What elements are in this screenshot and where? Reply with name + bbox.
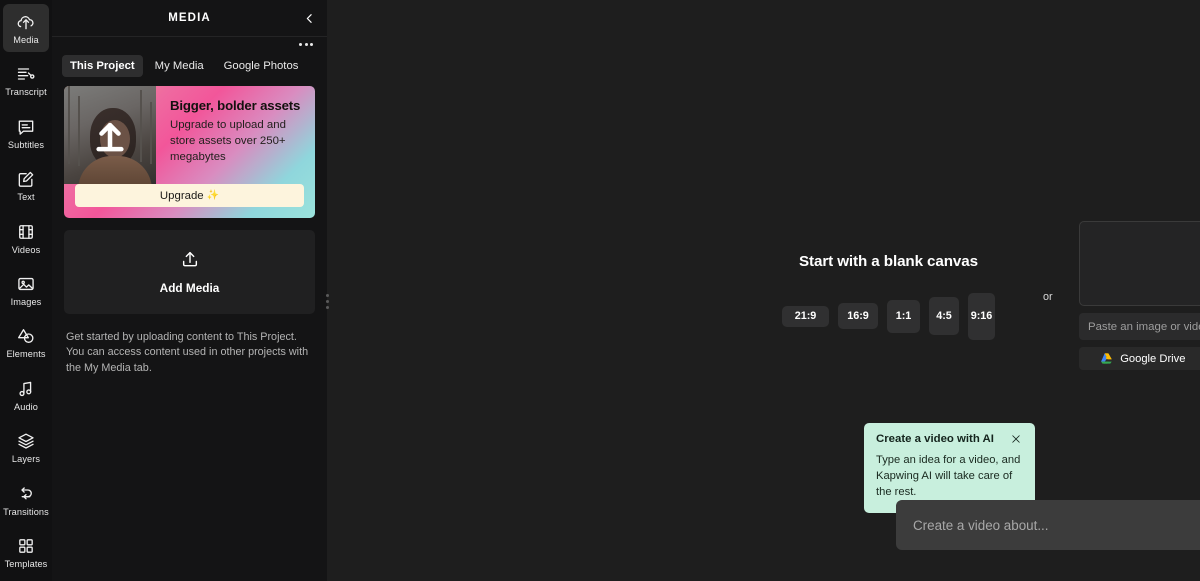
upload-icon [180, 249, 200, 274]
rail-label: Transitions [3, 507, 49, 517]
rail-label: Text [17, 192, 34, 202]
ai-prompt-input[interactable]: Create a video about... [896, 500, 1200, 550]
blank-canvas-title: Start with a blank canvas [746, 253, 1031, 270]
media-url-placeholder: Paste an image or video URL (e.g. https:… [1088, 321, 1200, 333]
media-panel-header: MEDIA [52, 0, 327, 37]
grip-dot [326, 306, 329, 309]
rail-item-images[interactable]: Images [3, 266, 49, 314]
aspect-ratio-4-5[interactable]: 4:5 [929, 297, 959, 335]
transcript-icon [16, 64, 36, 84]
rail-item-videos[interactable]: Videos [3, 214, 49, 262]
tab-this-project[interactable]: This Project [62, 55, 143, 77]
media-url-input[interactable]: Paste an image or video URL (e.g. https:… [1079, 313, 1200, 340]
rail-label: Transcript [5, 87, 47, 97]
aspect-ratio-9-16[interactable]: 9:16 [968, 293, 995, 340]
aspect-ratio-options: 21:9 16:9 1:1 4:5 9:16 [746, 290, 1031, 342]
rail-item-transitions[interactable]: Transitions [3, 476, 49, 524]
blank-canvas-section: Start with a blank canvas 21:9 16:9 1:1 … [746, 253, 1031, 342]
ai-prompt-placeholder: Create a video about... [913, 518, 1200, 533]
tab-my-media[interactable]: My Media [147, 55, 212, 77]
aspect-ratio-16-9[interactable]: 16:9 [838, 303, 878, 329]
upload-arrow-icon [93, 118, 127, 152]
rail-item-media[interactable]: Media [3, 4, 49, 52]
kapwing-editor-root: Media Transcript Subtitles Text Videos [0, 0, 1200, 581]
rail-label: Audio [14, 402, 38, 412]
grip-dot [326, 294, 329, 297]
grip-dot [326, 300, 329, 303]
rail-item-audio[interactable]: Audio [3, 371, 49, 419]
rail-item-elements[interactable]: Elements [3, 319, 49, 367]
upload-options-column: Click to upload or, drag and drop a file… [1079, 221, 1200, 370]
rail-label: Layers [12, 454, 40, 464]
media-tabs: This Project My Media Google Photos [52, 39, 327, 77]
rail-item-templates[interactable]: Templates [3, 529, 49, 577]
rail-label: Elements [6, 349, 45, 359]
ai-tooltip-body: Type an idea for a video, and Kapwing AI… [876, 453, 1024, 501]
google-drive-button[interactable]: Google Drive [1079, 347, 1200, 370]
media-panel: MEDIA This Project My Media Google Photo… [52, 0, 327, 581]
promo-body: Upgrade to upload and store assets over … [170, 118, 303, 166]
rail-label: Images [11, 297, 42, 307]
text-edit-icon [16, 169, 36, 189]
cloud-upload-icon [16, 12, 36, 32]
promo-heading: Bigger, bolder assets [170, 98, 303, 113]
sparkle-icon: ✨ [207, 190, 219, 201]
rail-label: Videos [12, 245, 41, 255]
external-source-buttons: Google Drive Google Photos [1079, 347, 1200, 370]
close-icon[interactable] [1010, 432, 1024, 446]
add-media-label: Add Media [160, 281, 220, 295]
rail-item-subtitles[interactable]: Subtitles [3, 109, 49, 157]
rail-item-transcript[interactable]: Transcript [3, 56, 49, 104]
templates-grid-icon [16, 536, 36, 556]
subtitles-icon [16, 117, 36, 137]
elements-icon [16, 326, 36, 346]
rail-label: Subtitles [8, 140, 44, 150]
transitions-icon [16, 484, 36, 504]
kebab-dot [299, 43, 302, 46]
audio-note-icon [16, 379, 36, 399]
kebab-dot [305, 43, 308, 46]
media-panel-hint: Get started by uploading content to This… [66, 330, 313, 376]
rail-label: Templates [5, 559, 48, 569]
rail-label: Media [13, 35, 39, 45]
upgrade-button[interactable]: Upgrade ✨ [75, 184, 304, 207]
add-media-dropzone[interactable]: Add Media [64, 230, 315, 314]
or-separator-label: or [1043, 291, 1053, 303]
upgrade-promo-card[interactable]: Bigger, bolder assets Upgrade to upload … [64, 86, 315, 218]
promo-thumbnail [64, 86, 156, 184]
rail-item-layers[interactable]: Layers [3, 424, 49, 472]
google-drive-icon [1100, 352, 1113, 365]
film-icon [16, 222, 36, 242]
click-to-upload-dropzone[interactable]: Click to upload or, drag and drop a file… [1079, 221, 1200, 306]
aspect-ratio-1-1[interactable]: 1:1 [887, 300, 920, 333]
more-options-icon[interactable] [295, 39, 317, 50]
google-drive-label: Google Drive [1120, 353, 1185, 365]
panel-title: MEDIA [168, 12, 211, 24]
main-canvas-area: Start with a blank canvas 21:9 16:9 1:1 … [327, 0, 1200, 581]
tab-google-photos[interactable]: Google Photos [216, 55, 307, 77]
image-icon [16, 274, 36, 294]
panel-resize-grip[interactable] [322, 290, 332, 312]
left-tool-rail: Media Transcript Subtitles Text Videos [0, 0, 52, 581]
layers-icon [16, 431, 36, 451]
upgrade-button-label: Upgrade [160, 190, 204, 202]
kebab-dot [310, 43, 313, 46]
ai-tooltip-title: Create a video with AI [876, 433, 994, 445]
chevron-left-icon[interactable] [300, 9, 318, 27]
rail-item-text[interactable]: Text [3, 161, 49, 209]
aspect-ratio-21-9[interactable]: 21:9 [782, 306, 829, 327]
